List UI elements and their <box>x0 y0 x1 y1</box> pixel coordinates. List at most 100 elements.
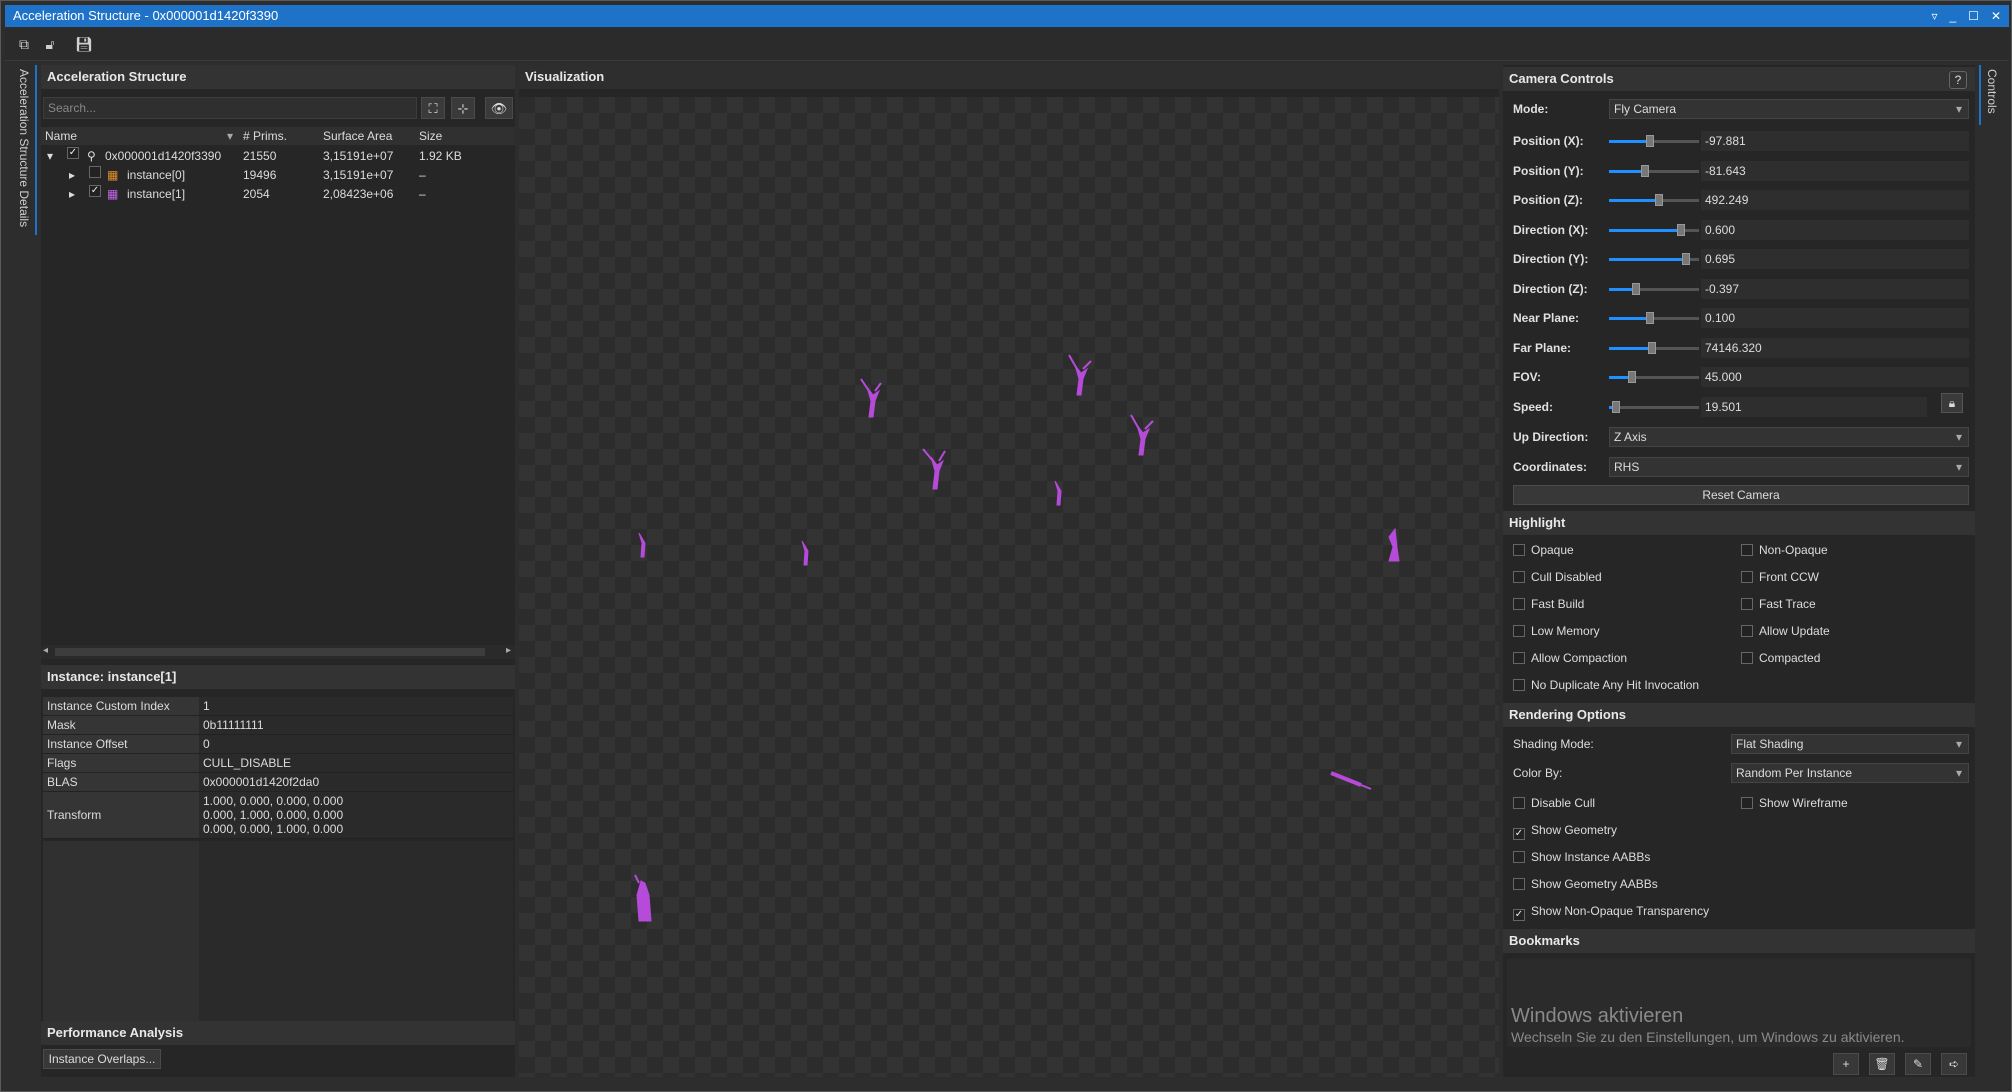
slider-knob[interactable] <box>1677 223 1685 236</box>
prop-row: Instance Custom Index 1 <box>43 697 513 716</box>
field-label: Far Plane: <box>1513 340 1572 355</box>
maximize-icon[interactable]: ☐ <box>1968 5 1979 27</box>
slider-knob[interactable] <box>1627 371 1636 383</box>
viz-title: Visualization <box>519 65 1499 89</box>
eye-icon[interactable]: 👁︎ <box>485 97 513 119</box>
row-checkbox[interactable]: ✓ <box>89 185 101 197</box>
coordinates-select[interactable]: RHS <box>1609 457 1969 477</box>
row-checkbox[interactable] <box>89 166 101 178</box>
sidetab-label: Acceleration Structure Details <box>17 69 31 228</box>
figure-mesh <box>1330 771 1372 790</box>
field-label: Direction (Y): <box>1513 252 1589 266</box>
go-to-icon[interactable]: ➪ <box>1941 1053 1967 1075</box>
fast-build-checkbox[interactable]: Fast Build <box>1513 597 1584 611</box>
slider-knob[interactable] <box>1648 341 1657 354</box>
search-input[interactable]: Search... <box>43 97 417 119</box>
dropdown-icon[interactable]: ▿ <box>1931 5 1937 27</box>
show-wireframe-checkbox[interactable]: Show Wireframe <box>1741 796 1848 810</box>
non-opaque-checkbox[interactable]: Non-Opaque <box>1741 543 1828 557</box>
tree-row[interactable]: ▸ ▦ instance[0] 19496 3,15191e+07 – <box>41 166 515 185</box>
cull-disabled-checkbox[interactable]: Cull Disabled <box>1513 570 1602 584</box>
row-checkbox[interactable]: ✓ <box>67 147 79 159</box>
shading-mode-select[interactable]: Flat Shading <box>1731 734 1969 754</box>
bookmarks-list[interactable]: Windows aktivieren Wechseln Sie zu den E… <box>1507 959 1971 1047</box>
color-by-select[interactable]: Random Per Instance <box>1731 763 1969 783</box>
opaque-checkbox[interactable]: Opaque <box>1513 543 1574 557</box>
expand-icon[interactable]: ⛶ <box>421 97 445 119</box>
chevron-right-icon[interactable]: ▸ <box>69 185 75 204</box>
viewport-canvas[interactable] <box>519 97 1499 1077</box>
reset-camera-button[interactable]: Reset Camera <box>1513 485 1969 505</box>
mode-label: Mode: <box>1513 102 1549 116</box>
add-icon[interactable]: + <box>1833 1053 1859 1075</box>
col-name[interactable]: Name <box>45 127 77 145</box>
field-value[interactable]: -97.881 <box>1701 131 1969 151</box>
field-value[interactable]: 45.000 <box>1701 367 1969 387</box>
slider-knob[interactable] <box>1681 253 1690 265</box>
scroll-thumb[interactable] <box>55 648 485 656</box>
col-size[interactable]: Size <box>419 127 442 145</box>
window-controls: ▿ _ ☐ ✕ <box>1931 5 2001 27</box>
slider-knob[interactable] <box>1632 282 1640 295</box>
allow-compaction-checkbox[interactable]: Allow Compaction <box>1513 651 1627 665</box>
field-label: Position (Z): <box>1513 193 1583 207</box>
field-label: Position (Y): <box>1513 163 1584 178</box>
slider-knob[interactable] <box>1654 194 1663 206</box>
low-memory-checkbox[interactable]: Low Memory <box>1513 624 1600 638</box>
show-geometry-aabbs-checkbox[interactable]: Show Geometry AABBs <box>1513 877 1658 891</box>
field-value[interactable]: 19.501 <box>1701 396 1927 417</box>
copy-icon[interactable]: ⧉ <box>15 35 33 53</box>
slider-knob[interactable] <box>1645 312 1654 324</box>
horizontal-scrollbar[interactable]: ◂ ▸ <box>41 645 515 659</box>
show-geometry-checkbox[interactable]: ✓ Show Geometry <box>1513 823 1617 840</box>
mode-select[interactable]: Fly Camera <box>1609 99 1969 119</box>
scroll-left-icon[interactable]: ◂ <box>43 645 48 656</box>
edit-icon[interactable]: ✎ <box>1905 1053 1931 1075</box>
field-value[interactable]: 0.100 <box>1701 308 1969 328</box>
prop-value: 1 <box>199 697 513 715</box>
slider-knob[interactable] <box>1645 135 1654 147</box>
scroll-right-icon[interactable]: ▸ <box>506 645 511 656</box>
close-icon[interactable]: ✕ <box>1991 5 2001 27</box>
minimize-icon[interactable]: _ <box>1949 5 1956 27</box>
slider-knob[interactable] <box>1641 164 1649 177</box>
disable-cull-checkbox[interactable]: Disable Cull <box>1513 796 1595 810</box>
tree-header: Name ▾ # Prims. Surface Area Size <box>41 127 515 145</box>
lock-icon[interactable]: 🔓︎ <box>41 35 59 53</box>
help-icon[interactable]: ? <box>1949 71 1967 89</box>
instance-overlaps-button[interactable]: Instance Overlaps... <box>43 1049 161 1069</box>
field-value[interactable]: -81.643 <box>1701 160 1969 181</box>
prop-value-transform: 1.000, 0.000, 0.000, 0.000 0.000, 1.000,… <box>199 792 513 838</box>
row-name: instance[0] <box>127 168 186 182</box>
compacted-checkbox[interactable]: Compacted <box>1741 651 1820 665</box>
tree-row[interactable]: ▸ ✓ ▦ instance[1] 2054 2,08423e+06 – <box>41 185 515 204</box>
col-surface-area[interactable]: Surface Area <box>323 127 392 145</box>
chevron-down-icon[interactable]: ▾ <box>47 147 53 166</box>
collapse-icon[interactable]: ⊹ <box>451 97 475 119</box>
field-value[interactable]: 492.249 <box>1701 190 1969 210</box>
visualization-panel: Visualization <box>519 65 1499 1077</box>
save-icon[interactable]: 💾︎ <box>75 35 93 53</box>
chevron-right-icon[interactable]: ▸ <box>69 166 75 185</box>
activation-watermark-text: Wechseln Sie zu den Einstellungen, um Wi… <box>1511 1029 1905 1045</box>
field-value[interactable]: 74146.320 <box>1701 337 1969 358</box>
allow-update-checkbox[interactable]: Allow Update <box>1741 624 1830 638</box>
field-value[interactable]: 0.600 <box>1701 219 1969 240</box>
title-bar: Acceleration Structure - 0x000001d1420f3… <box>5 5 2009 27</box>
scene-svg[interactable] <box>519 97 1499 1077</box>
tree-row[interactable]: ▾ ✓ ⚲ 0x000001d1420f3390 21550 3,15191e+… <box>41 147 515 166</box>
up-direction-select[interactable]: Z Axis <box>1609 427 1969 447</box>
delete-icon[interactable]: 🗑︎ <box>1869 1053 1895 1075</box>
slider-knob[interactable] <box>1612 400 1621 413</box>
fast-trace-checkbox[interactable]: Fast Trace <box>1741 597 1816 611</box>
show-non-opaque-transparency-checkbox[interactable]: ✓ Show Non-Opaque Transparency <box>1513 904 1709 921</box>
field-value[interactable]: 0.695 <box>1701 249 1969 269</box>
no-duplicate-any-hit-checkbox[interactable]: No Duplicate Any Hit Invocation <box>1513 678 1699 692</box>
col-prims[interactable]: # Prims. <box>243 127 287 145</box>
field-value[interactable]: -0.397 <box>1701 278 1969 299</box>
front-ccw-checkbox[interactable]: Front CCW <box>1741 570 1819 584</box>
tab-controls[interactable]: Controls <box>1979 65 2001 125</box>
show-instance-aabbs-checkbox[interactable]: Show Instance AABBs <box>1513 850 1650 864</box>
tab-acceleration-structure-details[interactable]: Acceleration Structure Details <box>15 65 37 235</box>
lock-icon[interactable]: 🔒︎ <box>1941 393 1963 413</box>
